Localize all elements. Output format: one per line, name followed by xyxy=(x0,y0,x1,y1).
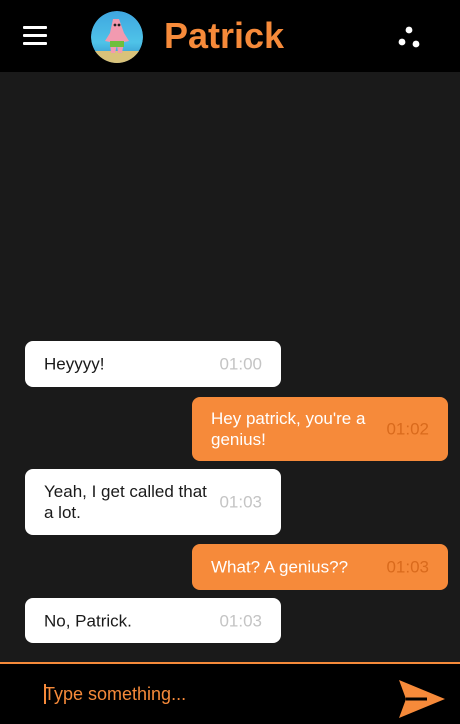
more-options-icon[interactable] xyxy=(396,24,422,50)
text-caret xyxy=(44,684,46,704)
message-time: 01:00 xyxy=(219,354,262,374)
send-icon[interactable] xyxy=(397,678,447,720)
message-bubble-outgoing[interactable]: What? A genius?? 01:03 xyxy=(192,544,448,590)
message-text: What? A genius?? xyxy=(211,557,349,577)
message-composer xyxy=(0,662,460,724)
chat-title: Patrick xyxy=(164,15,285,56)
message-text: Yeah, I get called that a lot. xyxy=(44,482,207,522)
chat-app: Patrick Heyyyy! 01:00 Hey patrick, you'r… xyxy=(0,0,460,724)
avatar[interactable] xyxy=(91,11,143,63)
message-time: 01:03 xyxy=(219,492,262,512)
message-list[interactable]: Heyyyy! 01:00 Hey patrick, you're a geni… xyxy=(0,72,460,662)
message-bubble-incoming[interactable]: Heyyyy! 01:00 xyxy=(25,341,281,387)
chat-header: Patrick xyxy=(0,0,460,72)
message-text: Hey patrick, you're a genius! xyxy=(211,409,366,449)
message-time: 01:02 xyxy=(386,419,429,439)
message-text: Heyyyy! xyxy=(44,354,105,374)
message-text: No, Patrick. xyxy=(44,611,132,630)
message-input[interactable] xyxy=(44,680,374,708)
message-bubble-outgoing[interactable]: Hey patrick, you're a genius! 01:02 xyxy=(192,397,448,461)
message-bubble-incoming[interactable]: No, Patrick. 01:03 xyxy=(25,598,281,643)
message-bubble-incoming[interactable]: Yeah, I get called that a lot. 01:03 xyxy=(25,469,281,535)
hamburger-menu-icon[interactable] xyxy=(23,26,47,46)
message-time: 01:03 xyxy=(386,557,429,577)
message-time: 01:03 xyxy=(219,611,262,630)
